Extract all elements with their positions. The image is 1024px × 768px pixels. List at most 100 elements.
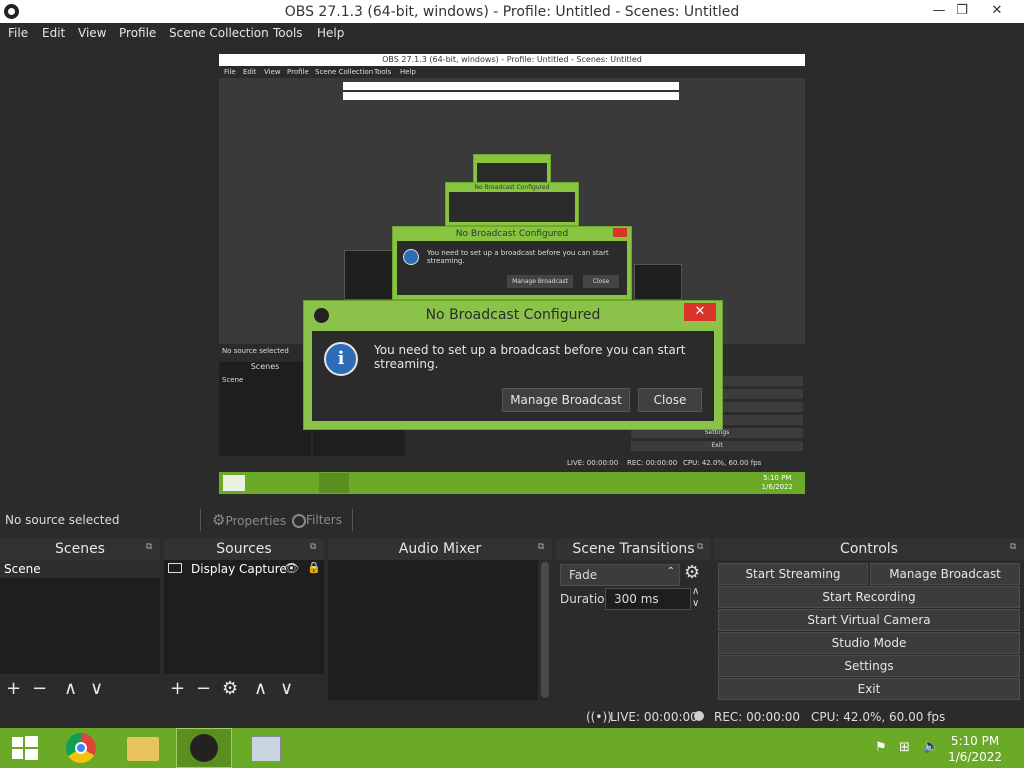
controls-title: Controls	[714, 538, 1024, 560]
nested-dialog-medium-body	[449, 192, 575, 222]
clock-time: 5:10 PM	[950, 734, 1000, 748]
nested-window-strip-menu	[343, 90, 679, 92]
taskbar-clock[interactable]: 5:10 PM 1/6/2022	[948, 733, 1002, 765]
nested-close-button: Close	[583, 275, 619, 288]
windows-taskbar: ⚑ ⊞ 🔈 5:10 PM 1/6/2022	[0, 728, 1024, 768]
nested-controls-dock	[634, 264, 682, 300]
broadcast-signal-icon: ((•))	[586, 710, 612, 724]
info-icon: i	[324, 342, 358, 376]
nested-manage-broadcast-button: Manage Broadcast	[507, 275, 573, 288]
menu-file[interactable]: File	[8, 26, 28, 40]
source-item[interactable]: Display Capture 👁 🔒	[164, 560, 324, 578]
preview-scenes-dock: Scenes Scene	[219, 362, 311, 456]
title-bar: OBS 27.1.3 (64-bit, windows) - Profile: …	[0, 0, 1024, 23]
action-center-flag-icon[interactable]: ⚑	[875, 740, 887, 755]
lock-icon[interactable]: 🔒	[307, 561, 321, 574]
no-broadcast-dialog: No Broadcast Configured ✕ i You need to …	[303, 300, 723, 430]
monitor-icon	[168, 563, 182, 573]
exit-button[interactable]: Exit	[718, 678, 1020, 700]
preview-taskbar: 5:10 PM 1/6/2022	[219, 472, 805, 494]
duration-input[interactable]: 300 ms	[605, 588, 691, 610]
duration-down-icon[interactable]: ∨	[692, 598, 699, 609]
source-properties-icon[interactable]: ⚙	[222, 678, 238, 699]
preview-clock: 5:10 PM 1/6/2022	[762, 474, 793, 492]
preview-title-bar: OBS 27.1.3 (64-bit, windows) - Profile: …	[219, 54, 805, 66]
move-up-icon[interactable]: ∧	[254, 678, 267, 699]
preview-menu-view: View	[264, 68, 281, 76]
preview-menu-edit: Edit	[243, 68, 257, 76]
popout-icon[interactable]: ⧉	[1010, 542, 1020, 552]
obs-taskbar-button[interactable]	[176, 728, 232, 768]
preview-live-status: LIVE: 00:00:00	[567, 459, 619, 467]
scene-transitions-title: Scene Transitions	[556, 538, 711, 560]
manage-broadcast-button[interactable]: Manage Broadcast	[502, 388, 630, 412]
menu-scene-collection[interactable]: Scene Collection	[169, 26, 269, 40]
move-up-icon[interactable]: ∧	[64, 678, 77, 699]
popout-icon[interactable]: ⧉	[697, 542, 707, 552]
menu-tools[interactable]: Tools	[273, 26, 303, 40]
transition-selected: Fade	[569, 568, 598, 582]
start-streaming-button[interactable]: Start Streaming	[718, 563, 868, 585]
sources-toolbar: + − ⚙ ∧ ∨	[164, 674, 324, 706]
preview-cpu-status: CPU: 42.0%, 60.00 fps	[683, 459, 762, 467]
transition-settings-gear-icon[interactable]: ⚙	[684, 562, 700, 583]
preview-clock-date: 1/6/2022	[761, 483, 793, 491]
close-button[interactable]: Close	[638, 388, 702, 412]
nested-dialog-medium: No Broadcast Configured	[445, 182, 579, 226]
source-name: Display Capture	[191, 562, 287, 576]
preview-menu-tools: Tools	[374, 68, 392, 76]
cpu-fps: CPU: 42.0%, 60.00 fps	[811, 710, 946, 724]
audio-mixer-scrollbar[interactable]	[541, 562, 549, 698]
chrome-taskbar-button[interactable]	[54, 728, 110, 768]
popout-icon[interactable]: ⧉	[146, 542, 156, 552]
eye-icon[interactable]: 👁	[284, 561, 299, 575]
file-explorer-taskbar-button[interactable]	[115, 728, 171, 768]
popout-icon[interactable]: ⧉	[310, 542, 320, 552]
obs-logo-icon	[190, 734, 218, 762]
windows-logo-icon	[12, 749, 23, 759]
manage-broadcast-control-button[interactable]: Manage Broadcast	[870, 563, 1020, 585]
duration-up-icon[interactable]: ∧	[692, 586, 699, 597]
dialog-close-icon[interactable]: ✕	[684, 303, 716, 321]
menu-view[interactable]: View	[78, 26, 106, 40]
menu-profile[interactable]: Profile	[119, 26, 156, 40]
remove-scene-icon[interactable]: −	[32, 678, 47, 699]
toolbar-divider	[200, 509, 201, 531]
dialog-body: i You need to set up a broadcast before …	[312, 331, 714, 421]
nested-dialog-medium-title: No Broadcast Configured	[474, 184, 550, 191]
menu-edit[interactable]: Edit	[42, 26, 65, 40]
scenes-list[interactable]: Scene	[0, 560, 160, 674]
maximize-button[interactable]: ❐	[945, 0, 979, 22]
move-down-icon[interactable]: ∨	[90, 678, 103, 699]
move-down-icon[interactable]: ∨	[280, 678, 293, 699]
filters-button[interactable]: Filters	[292, 509, 342, 531]
network-icon[interactable]: ⊞	[899, 740, 910, 755]
chevron-updown-icon: ⌃	[666, 566, 675, 577]
volume-muted-icon[interactable]: 🔈	[923, 739, 939, 754]
settings-button[interactable]: Settings	[718, 655, 1020, 677]
transition-select[interactable]: Fade ⌃	[560, 564, 680, 586]
toolbar-divider	[352, 509, 353, 531]
start-button[interactable]	[0, 728, 56, 768]
add-scene-icon[interactable]: +	[6, 678, 21, 699]
properties-button[interactable]: ⚙Properties	[212, 509, 286, 531]
menu-help[interactable]: Help	[317, 26, 344, 40]
clock-date: 1/6/2022	[948, 750, 1002, 764]
dialog-title: No Broadcast Configured	[425, 307, 601, 323]
preview-no-source: No source selected	[222, 347, 289, 355]
no-source-label: No source selected	[5, 513, 120, 527]
filter-icon	[292, 513, 306, 528]
start-virtual-camera-button[interactable]: Start Virtual Camera	[718, 609, 1020, 631]
popout-icon[interactable]: ⧉	[538, 542, 548, 552]
close-window-button[interactable]: ✕	[980, 0, 1014, 22]
nested-dialog-large-title: No Broadcast Configured	[455, 229, 569, 239]
resource-monitor-taskbar-button[interactable]	[238, 728, 294, 768]
start-recording-button[interactable]: Start Recording	[718, 586, 1020, 608]
add-source-icon[interactable]: +	[170, 678, 185, 699]
nested-scenes-dock	[344, 250, 394, 300]
scenes-dock: Scenes ⧉ Scene + − ∧ ∨	[0, 538, 160, 706]
scene-item[interactable]: Scene	[0, 560, 160, 578]
sources-list[interactable]: Display Capture 👁 🔒	[164, 560, 324, 674]
remove-source-icon[interactable]: −	[196, 678, 211, 699]
studio-mode-button[interactable]: Studio Mode	[718, 632, 1020, 654]
